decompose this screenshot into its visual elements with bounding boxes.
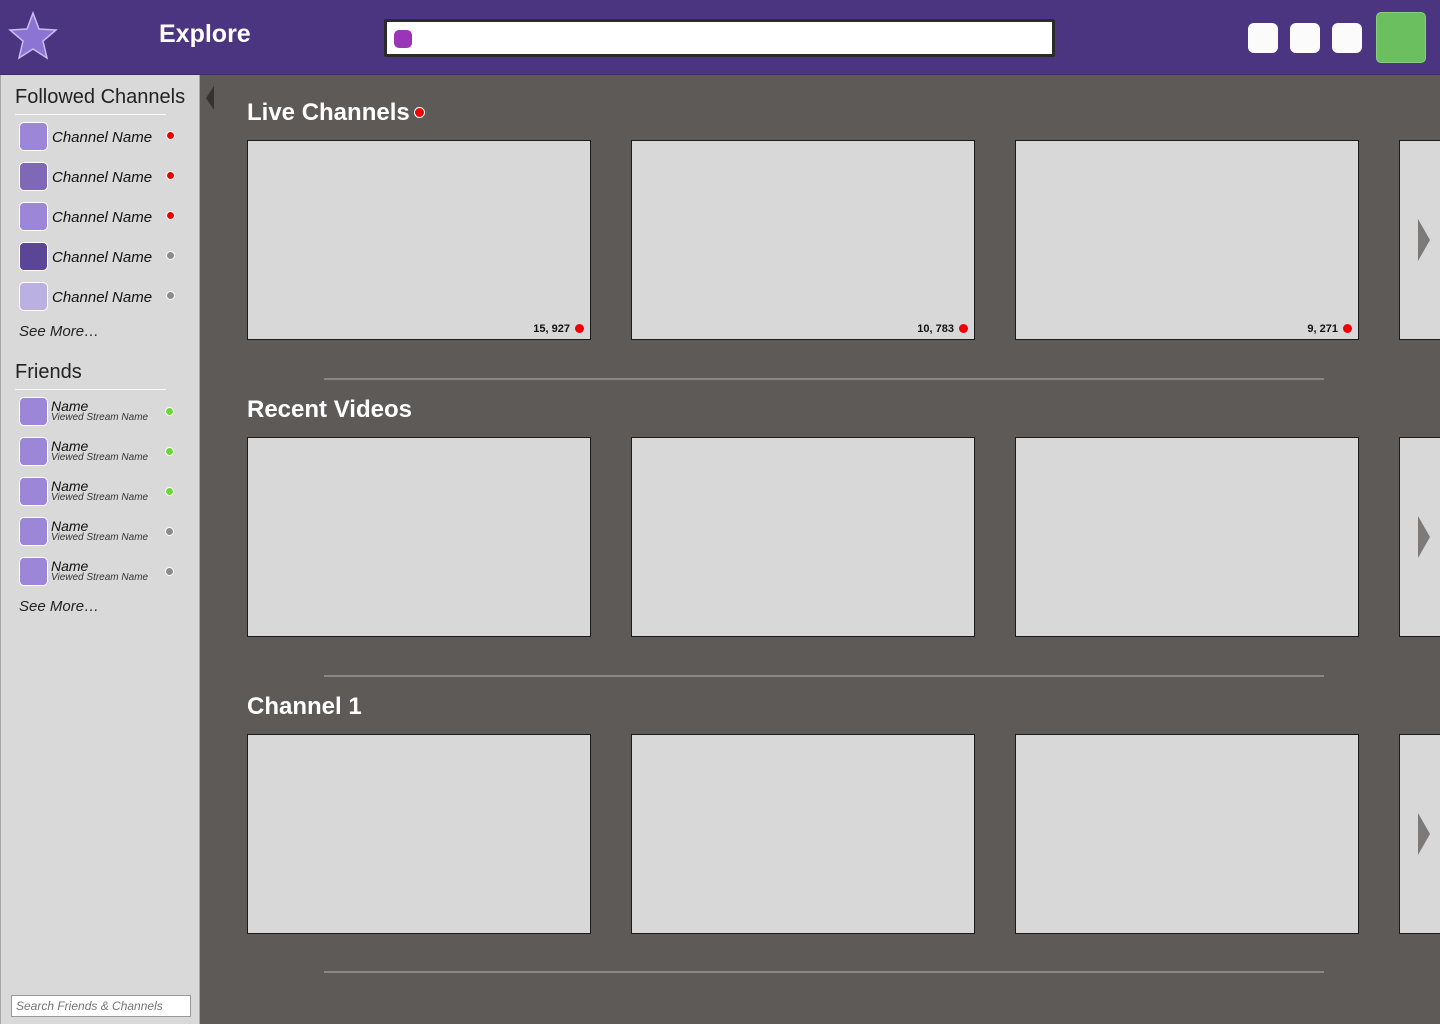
friend-activity: Viewed Stream Name (51, 452, 149, 463)
notifications-button[interactable] (1248, 23, 1278, 53)
avatar (19, 477, 48, 506)
channel-name: Channel Name (52, 289, 153, 306)
online-status-dot (165, 447, 174, 456)
settings-button[interactable] (1332, 23, 1362, 53)
friend-name: Name (51, 518, 89, 534)
live-status-dot (575, 324, 584, 333)
offline-status-dot (166, 291, 175, 300)
live-channels-title: Live Channels (247, 99, 410, 126)
friend-item[interactable]: Name Viewed Stream Name (19, 557, 184, 587)
live-status-dot (1343, 324, 1352, 333)
followed-see-more-link[interactable]: See More… (19, 323, 99, 340)
friend-name: Name (51, 478, 89, 494)
top-bar: Explore (0, 0, 1440, 75)
recent-videos-heading: Recent Videos (247, 396, 412, 423)
friend-item[interactable]: Name Viewed Stream Name (19, 397, 184, 427)
friend-item[interactable]: Name Viewed Stream Name (19, 517, 184, 547)
viewer-count: 10, 783 (917, 323, 954, 335)
live-status-dot (166, 211, 175, 220)
offline-status-dot (165, 527, 174, 536)
online-status-dot (165, 407, 174, 416)
channel-name: Channel Name (52, 169, 153, 186)
search-icon (394, 30, 412, 48)
live-status-dot (166, 131, 175, 140)
followed-channel-item[interactable]: Channel Name (19, 162, 184, 192)
channel-row-heading: Channel 1 (247, 693, 362, 720)
divider (15, 389, 166, 390)
offline-status-dot (165, 567, 174, 576)
live-channel-thumbnail[interactable]: 15, 927 (247, 140, 591, 340)
avatar (19, 242, 48, 271)
chevron-right-icon[interactable] (1418, 219, 1430, 261)
friend-activity: Viewed Stream Name (51, 572, 149, 583)
video-thumbnail[interactable] (1399, 734, 1440, 934)
offline-status-dot (166, 251, 175, 260)
friend-name: Name (51, 438, 89, 454)
viewer-count: 15, 927 (533, 323, 570, 335)
section-divider (324, 971, 1324, 973)
friend-item[interactable]: Name Viewed Stream Name (19, 477, 184, 507)
channel-name: Channel Name (52, 209, 153, 226)
live-channel-thumbnail[interactable] (1399, 140, 1440, 340)
friends-channels-search-input[interactable] (11, 995, 191, 1017)
live-channel-thumbnail[interactable]: 9, 271 (1015, 140, 1359, 340)
search-input[interactable] (384, 19, 1055, 57)
channel-name: Channel Name (52, 249, 153, 266)
video-thumbnail[interactable] (631, 437, 975, 637)
followed-channel-item[interactable]: Channel Name (19, 242, 184, 272)
avatar (19, 282, 48, 311)
friend-activity: Viewed Stream Name (51, 412, 149, 423)
friend-name: Name (51, 398, 89, 414)
sidebar: Followed Channels Channel Name Channel N… (0, 75, 200, 1024)
channel-name: Channel Name (52, 129, 153, 146)
avatar (19, 122, 48, 151)
online-status-dot (165, 487, 174, 496)
avatar (19, 557, 48, 586)
followed-channel-item[interactable]: Channel Name (19, 122, 184, 152)
friend-item[interactable]: Name Viewed Stream Name (19, 437, 184, 467)
section-divider (324, 675, 1324, 677)
live-status-dot (166, 171, 175, 180)
section-divider (324, 378, 1324, 380)
followed-channels-heading: Followed Channels (15, 86, 186, 108)
video-thumbnail[interactable] (247, 734, 591, 934)
divider (15, 114, 166, 115)
page-title: Explore (159, 20, 251, 48)
messages-button[interactable] (1290, 23, 1320, 53)
friends-see-more-link[interactable]: See More… (19, 598, 99, 615)
video-thumbnail[interactable] (631, 734, 975, 934)
collapse-sidebar-icon[interactable] (204, 86, 216, 110)
video-thumbnail[interactable] (1015, 437, 1359, 637)
live-indicator-dot (413, 107, 425, 119)
viewer-count: 9, 271 (1307, 323, 1338, 335)
followed-channel-item[interactable]: Channel Name (19, 282, 184, 312)
friend-activity: Viewed Stream Name (51, 532, 149, 543)
live-status-dot (959, 324, 968, 333)
chevron-right-icon[interactable] (1418, 516, 1430, 558)
video-thumbnail[interactable] (1399, 437, 1440, 637)
avatar (19, 202, 48, 231)
chevron-right-icon[interactable] (1418, 813, 1430, 855)
avatar (19, 517, 48, 546)
friend-name: Name (51, 558, 89, 574)
friends-heading: Friends (15, 361, 82, 383)
avatar (19, 162, 48, 191)
star-icon[interactable] (8, 11, 58, 61)
video-thumbnail[interactable] (1015, 734, 1359, 934)
avatar (19, 397, 48, 426)
live-channel-thumbnail[interactable]: 10, 783 (631, 140, 975, 340)
friend-activity: Viewed Stream Name (51, 492, 149, 503)
video-thumbnail[interactable] (247, 437, 591, 637)
live-channels-heading: Live Channels (247, 99, 425, 127)
profile-button[interactable] (1376, 12, 1426, 63)
avatar (19, 437, 48, 466)
followed-channel-item[interactable]: Channel Name (19, 202, 184, 232)
